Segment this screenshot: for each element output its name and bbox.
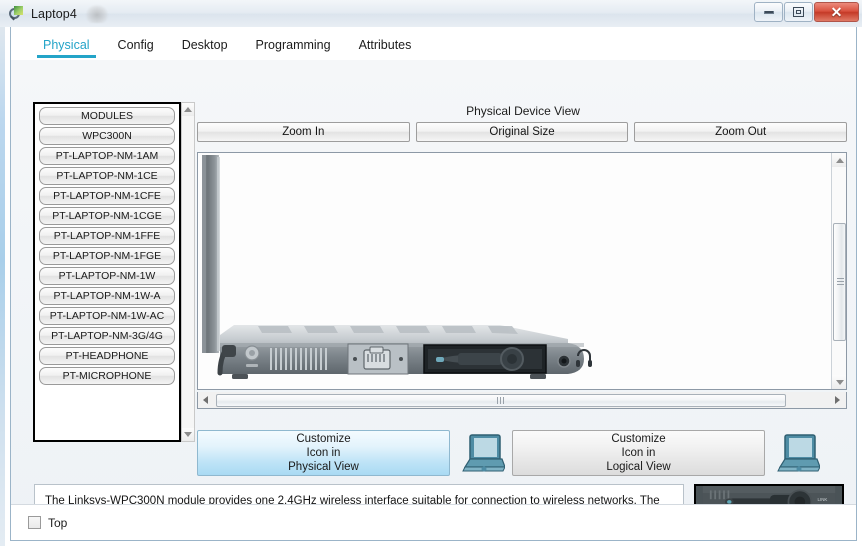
hscroll-thumb[interactable]	[216, 394, 786, 407]
vscroll-thumb[interactable]	[833, 223, 846, 341]
chevron-down-icon	[835, 379, 844, 385]
tab-attributes[interactable]: Attributes	[345, 38, 426, 58]
customize-icon-logical-view-button[interactable]: Customize Icon in Logical View	[512, 430, 765, 476]
minimize-icon	[763, 10, 774, 14]
customize-physical-line1: Customize	[296, 433, 351, 445]
title-bar: Laptop4 ✕	[0, 0, 862, 27]
customize-physical-line2: Icon in	[306, 447, 341, 459]
close-button[interactable]: ✕	[814, 2, 859, 22]
chevron-down-icon	[184, 432, 192, 437]
customize-physical-line3: Physical View	[288, 461, 359, 473]
window-controls: ✕	[753, 2, 859, 22]
modules-scroll-down-button[interactable]	[182, 428, 194, 441]
tab-bar: Physical Config Desktop Programming Attr…	[11, 27, 856, 58]
device-view-vertical-scrollbar[interactable]	[831, 153, 846, 389]
physical-tab-panel: MODULES WPC300N PT-LAPTOP-NM-1AM PT-LAPTOP-…	[11, 60, 856, 540]
modules-scrollbar[interactable]	[181, 102, 195, 442]
zoom-in-button[interactable]: Zoom In	[197, 122, 410, 142]
laptop-side-view-image	[202, 155, 592, 379]
customize-icon-physical-view-button[interactable]: Customize Icon in Physical View	[197, 430, 450, 476]
physical-device-view-title: Physical Device View	[466, 104, 580, 118]
ghost-overlay-icon	[85, 4, 108, 23]
module-item-pt-laptop-nm-1w[interactable]: PT-LAPTOP-NM-1W	[39, 267, 175, 285]
packet-tracer-icon	[9, 5, 25, 22]
zoom-out-button[interactable]: Zoom Out	[634, 122, 848, 142]
customize-logical-line3: Logical View	[606, 461, 671, 473]
module-item-pt-laptop-nm-1fge[interactable]: PT-LAPTOP-NM-1FGE	[39, 247, 175, 265]
top-checkbox[interactable]	[28, 516, 41, 529]
link-label: LINK	[818, 497, 828, 502]
hscroll-left-button[interactable]	[198, 393, 213, 408]
maximize-icon	[793, 7, 804, 17]
minimize-button[interactable]	[754, 2, 783, 22]
module-item-pt-microphone[interactable]: PT-MICROPHONE	[39, 367, 175, 385]
footer-bar: Top	[11, 504, 856, 540]
tab-config[interactable]: Config	[104, 38, 168, 58]
laptop-icon-logical	[777, 434, 820, 472]
module-item-pt-laptop-nm-1w-a[interactable]: PT-LAPTOP-NM-1W-A	[39, 287, 175, 305]
device-view-canvas[interactable]	[197, 152, 847, 390]
module-item-pt-laptop-nm-3g-4g[interactable]: PT-LAPTOP-NM-3G/4G	[39, 327, 175, 345]
chevron-left-icon	[203, 396, 208, 404]
module-item-pt-headphone[interactable]: PT-HEADPHONE	[39, 347, 175, 365]
hscroll-right-button[interactable]	[830, 393, 845, 408]
modules-list: MODULES WPC300N PT-LAPTOP-NM-1AM PT-LAPTOP-…	[35, 104, 179, 385]
module-item-pt-laptop-nm-1ffe[interactable]: PT-LAPTOP-NM-1FFE	[39, 227, 175, 245]
chevron-up-icon	[184, 107, 192, 112]
modules-list-panel: MODULES WPC300N PT-LAPTOP-NM-1AM PT-LAPTOP-…	[33, 102, 181, 442]
laptop-icon-physical	[462, 434, 505, 472]
original-size-button[interactable]: Original Size	[415, 122, 629, 142]
device-view-horizontal-scrollbar[interactable]	[197, 392, 847, 409]
module-item-pt-laptop-nm-1cge[interactable]: PT-LAPTOP-NM-1CGE	[39, 207, 175, 225]
module-item-wpc300n[interactable]: WPC300N	[39, 127, 175, 145]
module-item-modules[interactable]: MODULES	[39, 107, 175, 125]
module-item-pt-laptop-nm-1w-ac[interactable]: PT-LAPTOP-NM-1W-AC	[39, 307, 175, 325]
top-checkbox-label: Top	[48, 515, 68, 530]
maximize-button[interactable]	[784, 2, 813, 22]
tab-physical[interactable]: Physical	[29, 38, 104, 58]
device-render-area[interactable]	[198, 153, 831, 389]
zoom-toolbar: Zoom In Original Size Zoom Out	[197, 122, 848, 142]
scrollbar-grip-icon	[497, 397, 505, 404]
module-item-pt-laptop-nm-1cfe[interactable]: PT-LAPTOP-NM-1CFE	[39, 187, 175, 205]
module-item-pt-laptop-nm-1ce[interactable]: PT-LAPTOP-NM-1CE	[39, 167, 175, 185]
customize-logical-line2: Icon in	[621, 447, 656, 459]
vscroll-up-button[interactable]	[832, 153, 846, 167]
window-title: Laptop4	[31, 6, 77, 21]
customize-icon-row: Customize Icon in Physical View Customiz…	[197, 428, 847, 478]
chevron-right-icon	[835, 396, 840, 404]
close-icon: ✕	[830, 4, 843, 20]
client-inner: Physical Config Desktop Programming Attr…	[10, 27, 857, 541]
chevron-up-icon	[835, 157, 844, 163]
scrollbar-grip-icon	[837, 278, 844, 285]
vscroll-down-button[interactable]	[832, 375, 846, 389]
tab-desktop[interactable]: Desktop	[168, 38, 242, 58]
modules-scroll-up-button[interactable]	[182, 103, 194, 116]
tab-programming[interactable]: Programming	[242, 38, 345, 58]
module-item-pt-laptop-nm-1am[interactable]: PT-LAPTOP-NM-1AM	[39, 147, 175, 165]
window-client-area: Physical Config Desktop Programming Attr…	[0, 27, 862, 546]
device-window: Laptop4 ✕ Physical Config Desktop Progra…	[0, 0, 862, 546]
customize-logical-line1: Customize	[611, 433, 666, 445]
